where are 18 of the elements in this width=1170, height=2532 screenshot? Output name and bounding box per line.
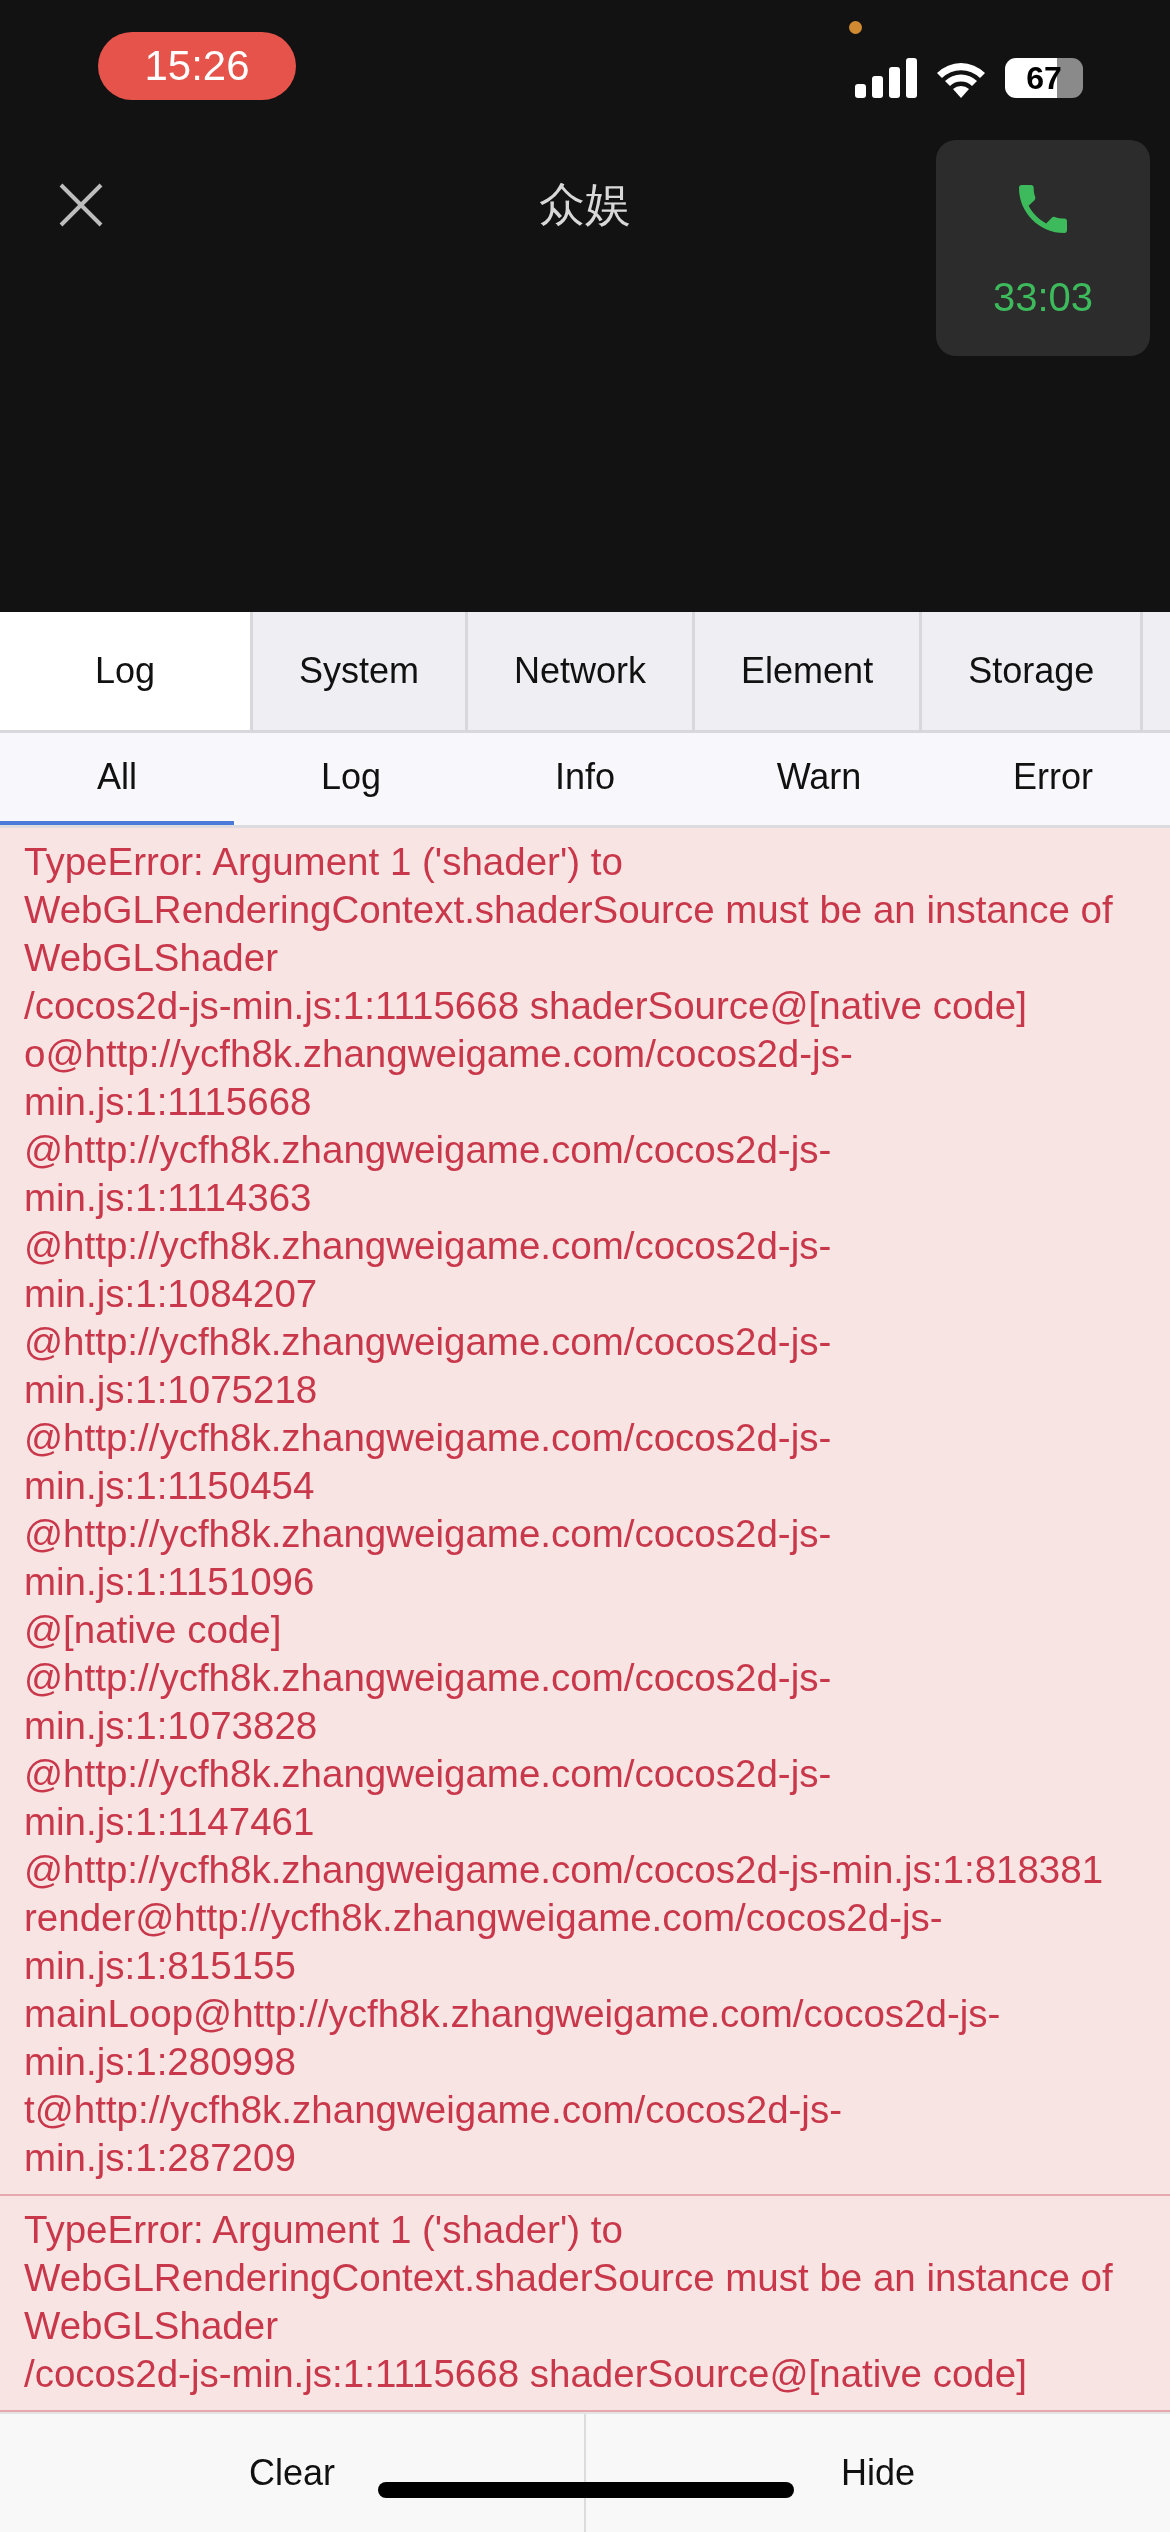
close-icon[interactable]: [58, 182, 104, 228]
signal-icon: [855, 58, 917, 98]
tab[interactable]: System: [253, 612, 469, 730]
tab[interactable]: Network: [468, 612, 696, 730]
filter-tab[interactable]: Info: [468, 733, 702, 825]
filter-tab[interactable]: Log: [234, 733, 468, 825]
privacy-dot: [849, 21, 862, 34]
filter-tab[interactable]: Warn: [702, 733, 936, 825]
log-entry: TypeError: Argument 1 ('shader') to WebGLRenderingContext.shaderSource must be an instance of WebGLShader /cocos2d-js-min.js:1:1115668 shaderSource@[native code] o@http://ycfh8k.zhangweigame.com/cocos2d-js- min.js:1:1115668 @http://ycfh8k.zhangweigame.com/cocos2d-js- min.js:1:1114363 @http://ycfh8k.zhangweigame.com/cocos2d-js- min.js:1:1084207 @http://ycfh8k.zhangweigame.com/cocos2d-js- min.js:1:1075218 @http://ycfh8k.zhangweigame.com/cocos2d-js- min.js:1:1150454 @http://ycfh8k.zhangweigame.com/cocos2d-js- min.js:1:1151096 @[native code] @http://ycfh8k.zhangweigame.com/cocos2d-js- min.js:1:1073828 @http://ycfh8k.zhangweigame.com/cocos2d-js- min.js:1:1147461 @http://ycfh8k.zhangweigame.com/cocos2d-js-min.js:1:818381 render@http://ycfh8k.zhangweigame.com/cocos2d-js- min.js:1:815155 mainLoop@http://ycfh8k.zhangweigame.com/cocos2d-js- min.js:1:280998 t@http://ycfh8k.zhangweigame.com/cocos2d-js- min.js:1:287209: [0, 828, 1170, 2196]
tab[interactable]: Log: [0, 612, 253, 730]
filter-tab[interactable]: Error: [936, 733, 1170, 825]
tab[interactable]: Element: [695, 612, 923, 730]
call-widget[interactable]: 33:03: [936, 140, 1150, 356]
call-timer: 33:03: [992, 274, 1094, 320]
battery-icon: 67: [1005, 58, 1083, 98]
tab[interactable]: Storage: [922, 612, 1144, 730]
status-time: 15:26: [98, 32, 296, 100]
page-title: 众娱: [539, 176, 631, 233]
